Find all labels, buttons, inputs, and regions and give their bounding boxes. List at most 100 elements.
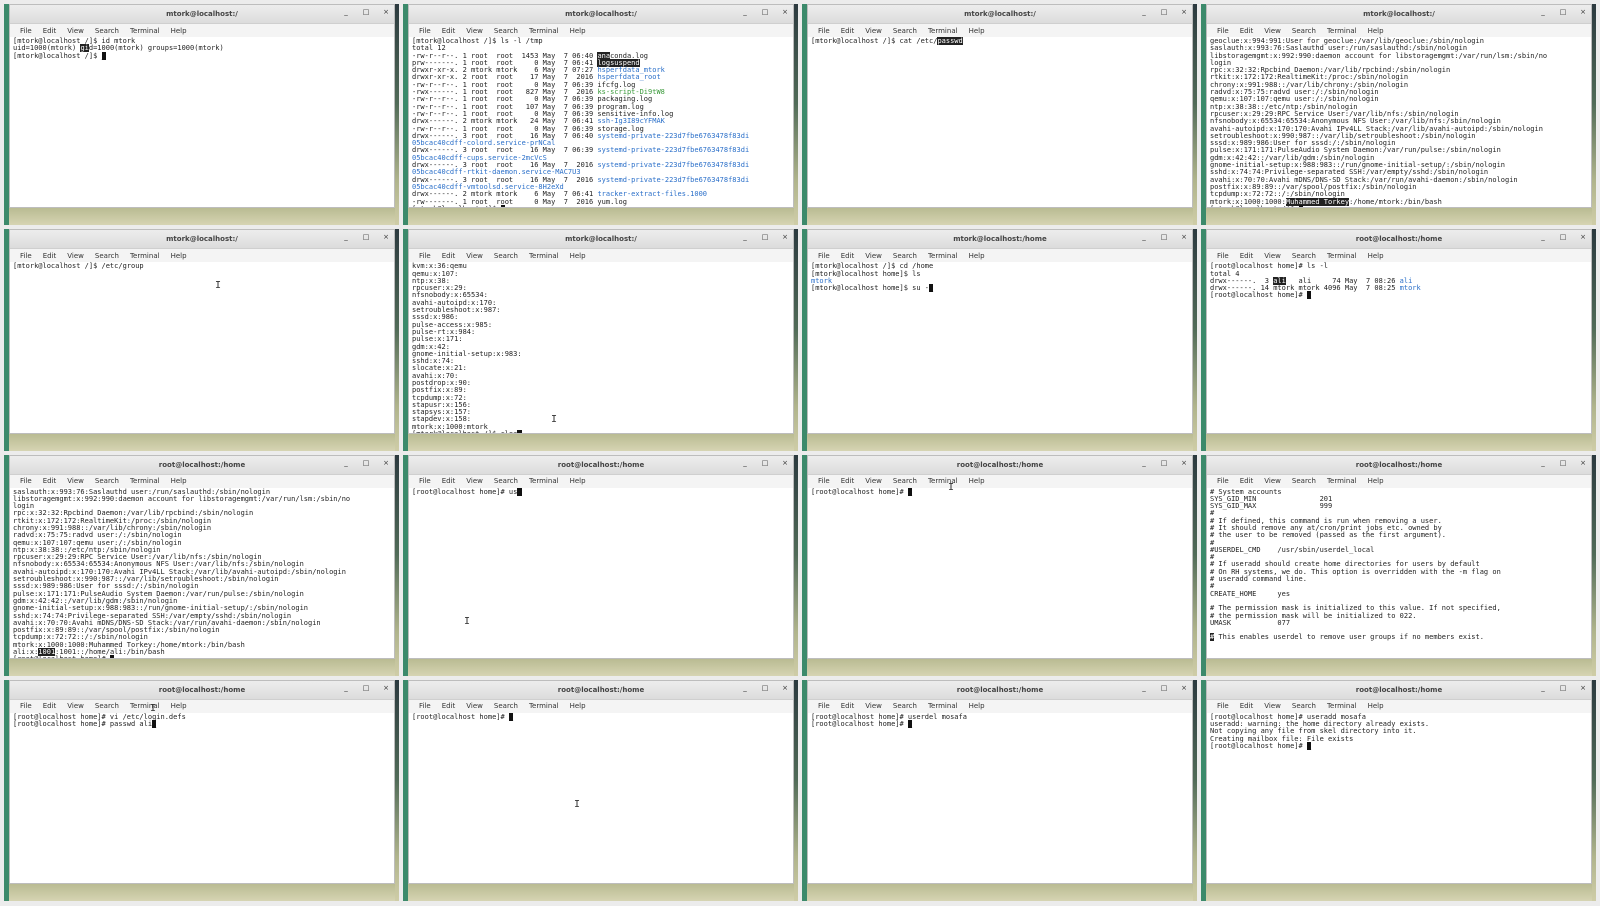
menu-item-view[interactable]: View [1264, 702, 1281, 710]
menu-item-view[interactable]: View [865, 27, 882, 35]
menu-item-search[interactable]: Search [95, 702, 119, 710]
maximize-icon[interactable]: □ [761, 233, 769, 241]
terminal-window[interactable]: root@localhost:/home _ □ × File Edit View Searc… [9, 679, 395, 884]
menu-item-help[interactable]: Help [171, 252, 187, 260]
terminal-window[interactable]: mtork@localhost:/ _ □ × File Edit View Search Te… [807, 4, 1193, 209]
menu-item-view[interactable]: View [1264, 477, 1281, 485]
menu-item-view[interactable]: View [67, 252, 84, 260]
window-titlebar[interactable]: root@localhost:/home _ □ × [409, 680, 793, 700]
menu-item-view[interactable]: View [67, 477, 84, 485]
menu-item-file[interactable]: File [818, 252, 830, 260]
close-icon[interactable]: × [1180, 233, 1188, 241]
maximize-icon[interactable]: □ [1559, 233, 1567, 241]
menu-item-terminal[interactable]: Terminal [130, 477, 160, 485]
menu-item-help[interactable]: Help [1368, 27, 1384, 35]
terminal-output[interactable]: [root@localhost home]# us_ [409, 487, 793, 658]
menu-item-view[interactable]: View [466, 702, 483, 710]
menu-item-file[interactable]: File [419, 702, 431, 710]
menu-item-file[interactable]: File [20, 252, 32, 260]
menu-item-file[interactable]: File [419, 477, 431, 485]
terminal-output[interactable]: [mtork@localhost /]$ /etc/group [10, 262, 394, 432]
window-titlebar[interactable]: mtork@localhost:/ _ □ × [10, 230, 394, 250]
menu-item-search[interactable]: Search [95, 477, 119, 485]
menu-item-edit[interactable]: Edit [442, 27, 456, 35]
window-titlebar[interactable]: root@localhost:/home _ □ × [1207, 680, 1591, 700]
menu-item-file[interactable]: File [419, 252, 431, 260]
maximize-icon[interactable]: □ [1160, 8, 1168, 16]
maximize-icon[interactable]: □ [761, 8, 769, 16]
close-icon[interactable]: × [382, 8, 390, 16]
window-titlebar[interactable]: root@localhost:/home _ □ × [10, 455, 394, 475]
terminal-output[interactable]: [mtork@localhost /]$ cd /home [mtork@loca… [808, 262, 1192, 432]
menu-item-help[interactable]: Help [171, 27, 187, 35]
menu-item-search[interactable]: Search [95, 252, 119, 260]
terminal-output[interactable]: [mtork@localhost /]$ ls -l /tmp total 12-… [409, 37, 793, 208]
menu-item-file[interactable]: File [1217, 702, 1229, 710]
maximize-icon[interactable]: □ [362, 8, 370, 16]
maximize-icon[interactable]: □ [1559, 8, 1567, 16]
menu-item-edit[interactable]: Edit [841, 477, 855, 485]
menu-item-view[interactable]: View [1264, 252, 1281, 260]
menu-item-terminal[interactable]: Terminal [928, 702, 958, 710]
window-titlebar[interactable]: mtork@localhost:/ _ □ × [409, 5, 793, 24]
close-icon[interactable]: × [1579, 459, 1587, 467]
maximize-icon[interactable]: □ [1559, 684, 1567, 692]
maximize-icon[interactable]: □ [362, 233, 370, 241]
terminal-window[interactable]: root@localhost:/home _ □ × File Edit View Searc… [408, 679, 794, 884]
maximize-icon[interactable]: □ [1160, 233, 1168, 241]
menu-item-view[interactable]: View [865, 702, 882, 710]
menu-item-file[interactable]: File [1217, 27, 1229, 35]
terminal-output[interactable]: kvm:x:36:qemu qemu:x:107: ntp:x:38: rpcuser… [409, 262, 793, 433]
terminal-output[interactable]: [root@localhost home]# ls -l total 4 drwx-… [1207, 262, 1591, 432]
maximize-icon[interactable]: □ [1160, 459, 1168, 467]
window-titlebar[interactable]: root@localhost:/home _ □ × [409, 455, 793, 475]
menu-item-help[interactable]: Help [1368, 477, 1384, 485]
menu-item-file[interactable]: File [1217, 252, 1229, 260]
menu-item-help[interactable]: Help [969, 702, 985, 710]
maximize-icon[interactable]: □ [1160, 684, 1168, 692]
terminal-output[interactable]: [root@localhost home]# vi /etc/login.def… [10, 713, 394, 883]
terminal-output[interactable]: [root@localhost home]# userdel mosafa [ro… [808, 713, 1192, 883]
maximize-icon[interactable]: □ [761, 459, 769, 467]
menu-item-help[interactable]: Help [969, 252, 985, 260]
menu-item-edit[interactable]: Edit [841, 27, 855, 35]
menu-item-file[interactable]: File [20, 27, 32, 35]
menu-item-terminal[interactable]: Terminal [928, 252, 958, 260]
minimize-icon[interactable]: _ [1539, 459, 1547, 467]
terminal-output[interactable]: geoclue:x:994:991:User for geoclue:/var/… [1207, 37, 1591, 208]
minimize-icon[interactable]: _ [1539, 684, 1547, 692]
terminal-window[interactable]: root@localhost:/home _ □ × File Edit View Searc… [807, 454, 1193, 659]
menu-item-edit[interactable]: Edit [43, 27, 57, 35]
window-titlebar[interactable]: root@localhost:/home _ □ × [1207, 230, 1591, 250]
terminal-output[interactable]: [mtork@localhost /]$ id mtork uid=1000(mt… [10, 37, 394, 207]
terminal-output[interactable]: [root@localhost home]# useradd mosafa use… [1207, 713, 1591, 883]
terminal-window[interactable]: root@localhost:/home _ □ × File Edit View Searc… [1206, 229, 1592, 434]
menu-item-view[interactable]: View [865, 252, 882, 260]
menu-item-help[interactable]: Help [1368, 702, 1384, 710]
menu-item-file[interactable]: File [1217, 477, 1229, 485]
menu-item-edit[interactable]: Edit [442, 477, 456, 485]
minimize-icon[interactable]: _ [1140, 233, 1148, 241]
window-titlebar[interactable]: root@localhost:/home _ □ × [1207, 455, 1591, 475]
window-titlebar[interactable]: mtork@localhost:/ _ □ × [10, 5, 394, 24]
close-icon[interactable]: × [781, 684, 789, 692]
menu-item-search[interactable]: Search [494, 252, 518, 260]
menu-item-terminal[interactable]: Terminal [1327, 702, 1357, 710]
minimize-icon[interactable]: _ [741, 233, 749, 241]
terminal-window[interactable]: root@localhost:/home _ □ × File Edit View Searc… [1206, 679, 1592, 884]
menu-item-search[interactable]: Search [1292, 27, 1316, 35]
menu-item-file[interactable]: File [20, 477, 32, 485]
menu-item-view[interactable]: View [865, 477, 882, 485]
terminal-window[interactable]: root@localhost:/home _ □ × File Edit View Searc… [9, 454, 395, 659]
window-titlebar[interactable]: mtork@localhost:/home _ □ × [808, 230, 1192, 250]
menu-item-view[interactable]: View [466, 27, 483, 35]
close-icon[interactable]: × [781, 233, 789, 241]
menu-item-terminal[interactable]: Terminal [130, 252, 160, 260]
close-icon[interactable]: × [1180, 684, 1188, 692]
window-titlebar[interactable]: mtork@localhost:/ _ □ × [409, 230, 793, 250]
menu-item-search[interactable]: Search [494, 477, 518, 485]
menu-item-view[interactable]: View [67, 702, 84, 710]
menu-item-view[interactable]: View [466, 252, 483, 260]
menu-item-edit[interactable]: Edit [1240, 252, 1254, 260]
terminal-window[interactable]: mtork@localhost:/ _ □ × File Edit View Search Te… [9, 229, 395, 434]
